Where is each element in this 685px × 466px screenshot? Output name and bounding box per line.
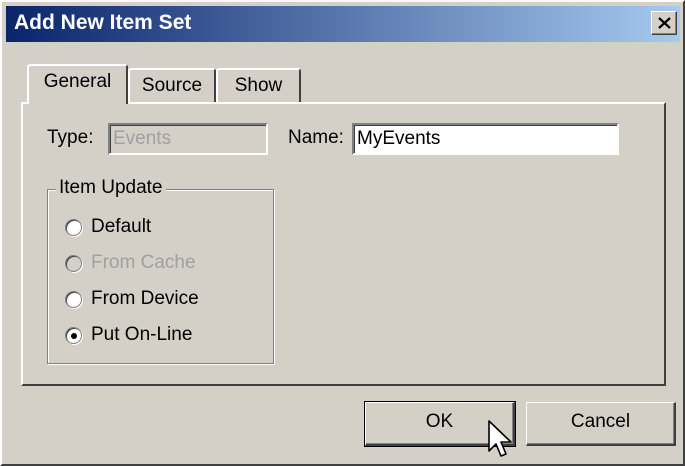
item-update-group: Item Update Default From Cache From Devi… bbox=[47, 177, 274, 364]
tab-show[interactable]: Show bbox=[216, 68, 301, 104]
window-title: Add New Item Set bbox=[14, 11, 192, 34]
item-update-legend: Item Update bbox=[56, 177, 166, 199]
close-button[interactable] bbox=[651, 11, 677, 35]
cancel-button[interactable]: Cancel bbox=[526, 402, 676, 446]
tab-general-label: General bbox=[43, 71, 112, 92]
ok-button-label: OK bbox=[425, 411, 454, 432]
close-icon bbox=[658, 17, 671, 29]
mouse-pointer-icon bbox=[488, 420, 512, 457]
radio-selected-dot bbox=[71, 333, 77, 339]
radio-button[interactable] bbox=[65, 219, 82, 236]
tab-general[interactable]: General bbox=[27, 64, 128, 104]
radio-button-checked[interactable] bbox=[65, 327, 82, 344]
tab-source[interactable]: Source bbox=[128, 68, 216, 104]
name-field[interactable]: MyEvents bbox=[352, 123, 619, 155]
type-field: Events bbox=[108, 123, 268, 155]
dialog-window: Add New Item Set General Source Show Typ… bbox=[0, 0, 685, 466]
title-bar[interactable]: Add New Item Set bbox=[6, 6, 680, 42]
type-label: Type: bbox=[47, 127, 94, 148]
name-value: MyEvents bbox=[357, 128, 441, 149]
radio-label: From Device bbox=[91, 288, 199, 309]
radio-label: Default bbox=[91, 216, 152, 237]
radio-label: Put On-Line bbox=[91, 324, 193, 345]
tab-source-label: Source bbox=[141, 75, 203, 96]
radio-button[interactable] bbox=[65, 291, 82, 308]
cancel-button-label: Cancel bbox=[570, 411, 631, 432]
type-value: Events bbox=[113, 128, 172, 149]
tab-show-label: Show bbox=[234, 75, 283, 96]
radio-button bbox=[65, 255, 82, 272]
name-label: Name: bbox=[288, 127, 344, 148]
radio-label: From Cache bbox=[91, 252, 196, 273]
